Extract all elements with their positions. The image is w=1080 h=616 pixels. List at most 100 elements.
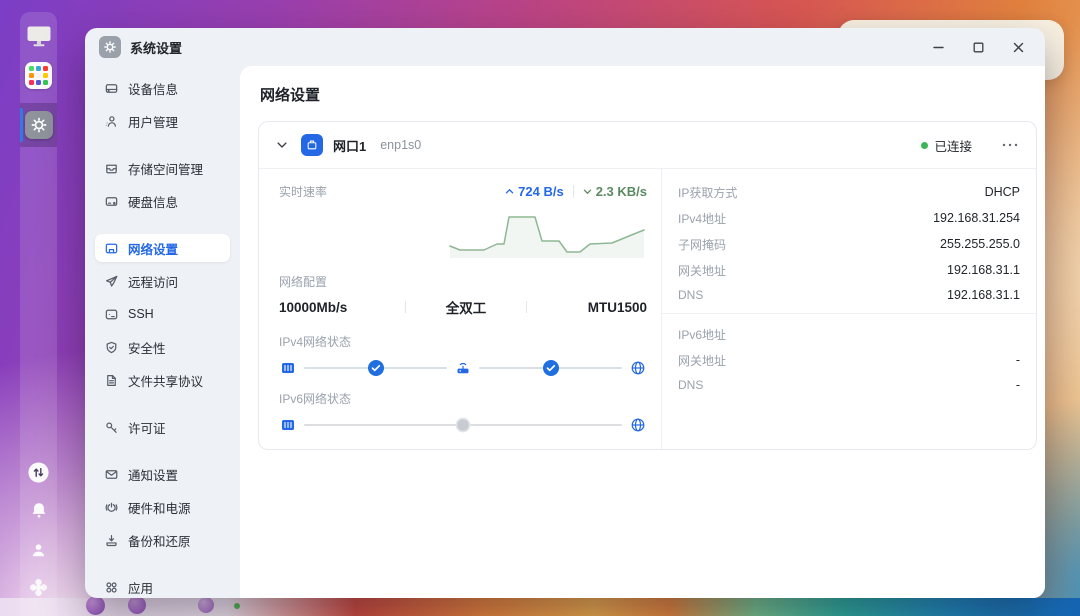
- nas-device-icon: [279, 417, 297, 433]
- sidebar-item-device-info[interactable]: 设备信息: [95, 74, 230, 102]
- nas-device-icon: [279, 360, 297, 376]
- sidebar-item-label: 通知设置: [128, 468, 179, 483]
- sidebar-item-label: 远程访问: [128, 275, 179, 290]
- file-share-icon: [103, 372, 119, 388]
- sidebar-item-user-management[interactable]: 用户管理: [95, 107, 230, 135]
- sidebar-item-disk-info[interactable]: 硬盘信息: [95, 187, 230, 215]
- maximize-icon[interactable]: [965, 34, 991, 60]
- ipv4-connectivity-diagram: [279, 358, 647, 378]
- sidebar-item-label: 网络设置: [128, 242, 179, 257]
- app-center-icon: [25, 61, 52, 89]
- card-header[interactable]: 网口1 enp1s0 已连接: [259, 122, 1036, 169]
- sidebar-item-notification-settings[interactable]: 通知设置: [95, 460, 230, 488]
- link-speed: 10000Mb/s: [279, 299, 348, 315]
- sidebar-item-license[interactable]: 许可证: [95, 413, 230, 441]
- check-badge-icon: [542, 360, 559, 377]
- network-config-values: 10000Mb/s 全双工 MTU1500: [279, 297, 647, 317]
- chevron-down-icon[interactable]: [273, 136, 291, 154]
- sidebar-item-label: SSH: [128, 307, 154, 321]
- backup-restore-icon: [103, 532, 119, 548]
- disk-info-icon: [103, 193, 119, 209]
- window-controls: [925, 34, 1031, 60]
- transfer-icon: [27, 461, 50, 489]
- user-management-icon: [103, 113, 119, 129]
- dock-item-screen-mirror[interactable]: [20, 21, 57, 57]
- sidebar-item-apps[interactable]: 应用: [95, 573, 230, 598]
- system-settings-window: 系统设置 设备信息 用户管理 存储空间管理 硬盘信息 网络设置 远程访问 SSH…: [85, 28, 1045, 598]
- sidebar-item-label: 硬件和电源: [128, 501, 191, 516]
- content-panel: 网络设置 网口1 enp1s0 已连接 实时速率 724 B/s 2.3 KB/…: [240, 66, 1045, 598]
- card-right-panel: IP获取方式 DHCP IPv4地址 192.168.31.254 子网掩码 2…: [661, 169, 1036, 449]
- inactive-knob-icon: [455, 417, 471, 433]
- realtime-rate-label: 实时速率: [279, 185, 328, 199]
- sidebar-item-ssh[interactable]: SSH: [95, 300, 230, 328]
- status-dot: [921, 141, 929, 149]
- sidebar-item-label: 安全性: [128, 341, 166, 356]
- detail-row: 网关地址 192.168.31.1: [678, 263, 1020, 278]
- hardware-power-icon: [103, 499, 119, 515]
- dock-item-user[interactable]: [28, 540, 49, 566]
- wallpaper-bubble: [198, 597, 214, 613]
- sidebar: 设备信息 用户管理 存储空间管理 硬盘信息 网络设置 远程访问 SSH 安全性 …: [85, 66, 240, 598]
- globe-icon: [629, 417, 647, 433]
- sidebar-item-label: 应用: [128, 581, 154, 596]
- dock-item-transfer[interactable]: [27, 461, 50, 489]
- ssh-icon: [103, 306, 119, 322]
- ipv4-link-segment: [304, 360, 447, 376]
- download-rate: 2.3 KB/s: [583, 184, 647, 199]
- minimize-icon[interactable]: [925, 34, 951, 60]
- more-options-icon[interactable]: [998, 133, 1022, 157]
- dock-item-assistant[interactable]: [28, 577, 49, 603]
- sidebar-item-label: 文件共享协议: [128, 374, 204, 389]
- close-icon[interactable]: [1005, 34, 1031, 60]
- sidebar-item-label: 许可证: [128, 421, 166, 436]
- network-icon: [103, 240, 119, 256]
- sidebar-item-label: 硬盘信息: [128, 195, 179, 210]
- assistant-flower-icon: [28, 577, 49, 603]
- port-name: 网口1: [333, 138, 367, 154]
- user-icon: [28, 540, 49, 566]
- window-title: 系统设置: [130, 40, 183, 56]
- license-key-icon: [103, 419, 119, 435]
- dock-item-system-settings[interactable]: [20, 103, 57, 147]
- sidebar-item-label: 备份和还原: [128, 534, 191, 549]
- notification-mail-icon: [103, 466, 119, 482]
- ipv6-link-segment: [304, 417, 622, 433]
- card-left-panel: 实时速率 724 B/s 2.3 KB/s 网络配置 10000Mb/s 全双工…: [259, 169, 661, 449]
- apps-grid-icon: [103, 579, 119, 595]
- ipv6-connectivity-diagram: [279, 415, 647, 435]
- dock-bottom-group: [27, 461, 50, 616]
- sidebar-item-remote-access[interactable]: 远程访问: [95, 267, 230, 295]
- app-gear-icon: [99, 36, 121, 58]
- sidebar-item-label: 用户管理: [128, 115, 179, 130]
- sidebar-item-storage-pool[interactable]: 存储空间管理: [95, 154, 230, 182]
- detail-row: IPv4地址 192.168.31.254: [678, 211, 1020, 226]
- sidebar-item-file-share[interactable]: 文件共享协议: [95, 366, 230, 394]
- settings-gear-icon: [24, 111, 53, 139]
- wallpaper-bottom-strip: [0, 592, 1080, 616]
- wallpaper-bubble: [86, 596, 105, 615]
- remote-access-icon: [103, 273, 119, 289]
- duplex-mode: 全双工: [445, 301, 487, 316]
- dock-active-indicator: [20, 108, 23, 142]
- dock-item-app-center[interactable]: [20, 57, 57, 93]
- sidebar-item-hardware-power[interactable]: 硬件和电源: [95, 493, 230, 521]
- up-caret-icon: [505, 189, 514, 194]
- detail-row: 子网掩码 255.255.255.0: [678, 237, 1020, 252]
- ipv6-status-label: IPv6网络状态: [279, 392, 352, 406]
- router-icon: [454, 360, 472, 377]
- sidebar-item-security[interactable]: 安全性: [95, 333, 230, 361]
- detail-row: IP获取方式 DHCP: [678, 185, 1020, 200]
- security-shield-icon: [103, 339, 119, 355]
- globe-icon: [629, 360, 647, 376]
- ipv4-link-segment: [479, 360, 622, 376]
- traffic-sparkline: [279, 212, 647, 258]
- sidebar-item-backup-restore[interactable]: 备份和还原: [95, 526, 230, 554]
- detail-row: DNS -: [678, 377, 1020, 392]
- wallpaper-bubble: [128, 596, 146, 614]
- sidebar-item-label: 存储空间管理: [128, 162, 204, 177]
- interface-name: enp1s0: [380, 138, 422, 152]
- detail-row: 网关地址 -: [678, 353, 1020, 368]
- sidebar-item-network-settings[interactable]: 网络设置: [95, 234, 230, 262]
- dock-item-notifications[interactable]: [28, 500, 50, 529]
